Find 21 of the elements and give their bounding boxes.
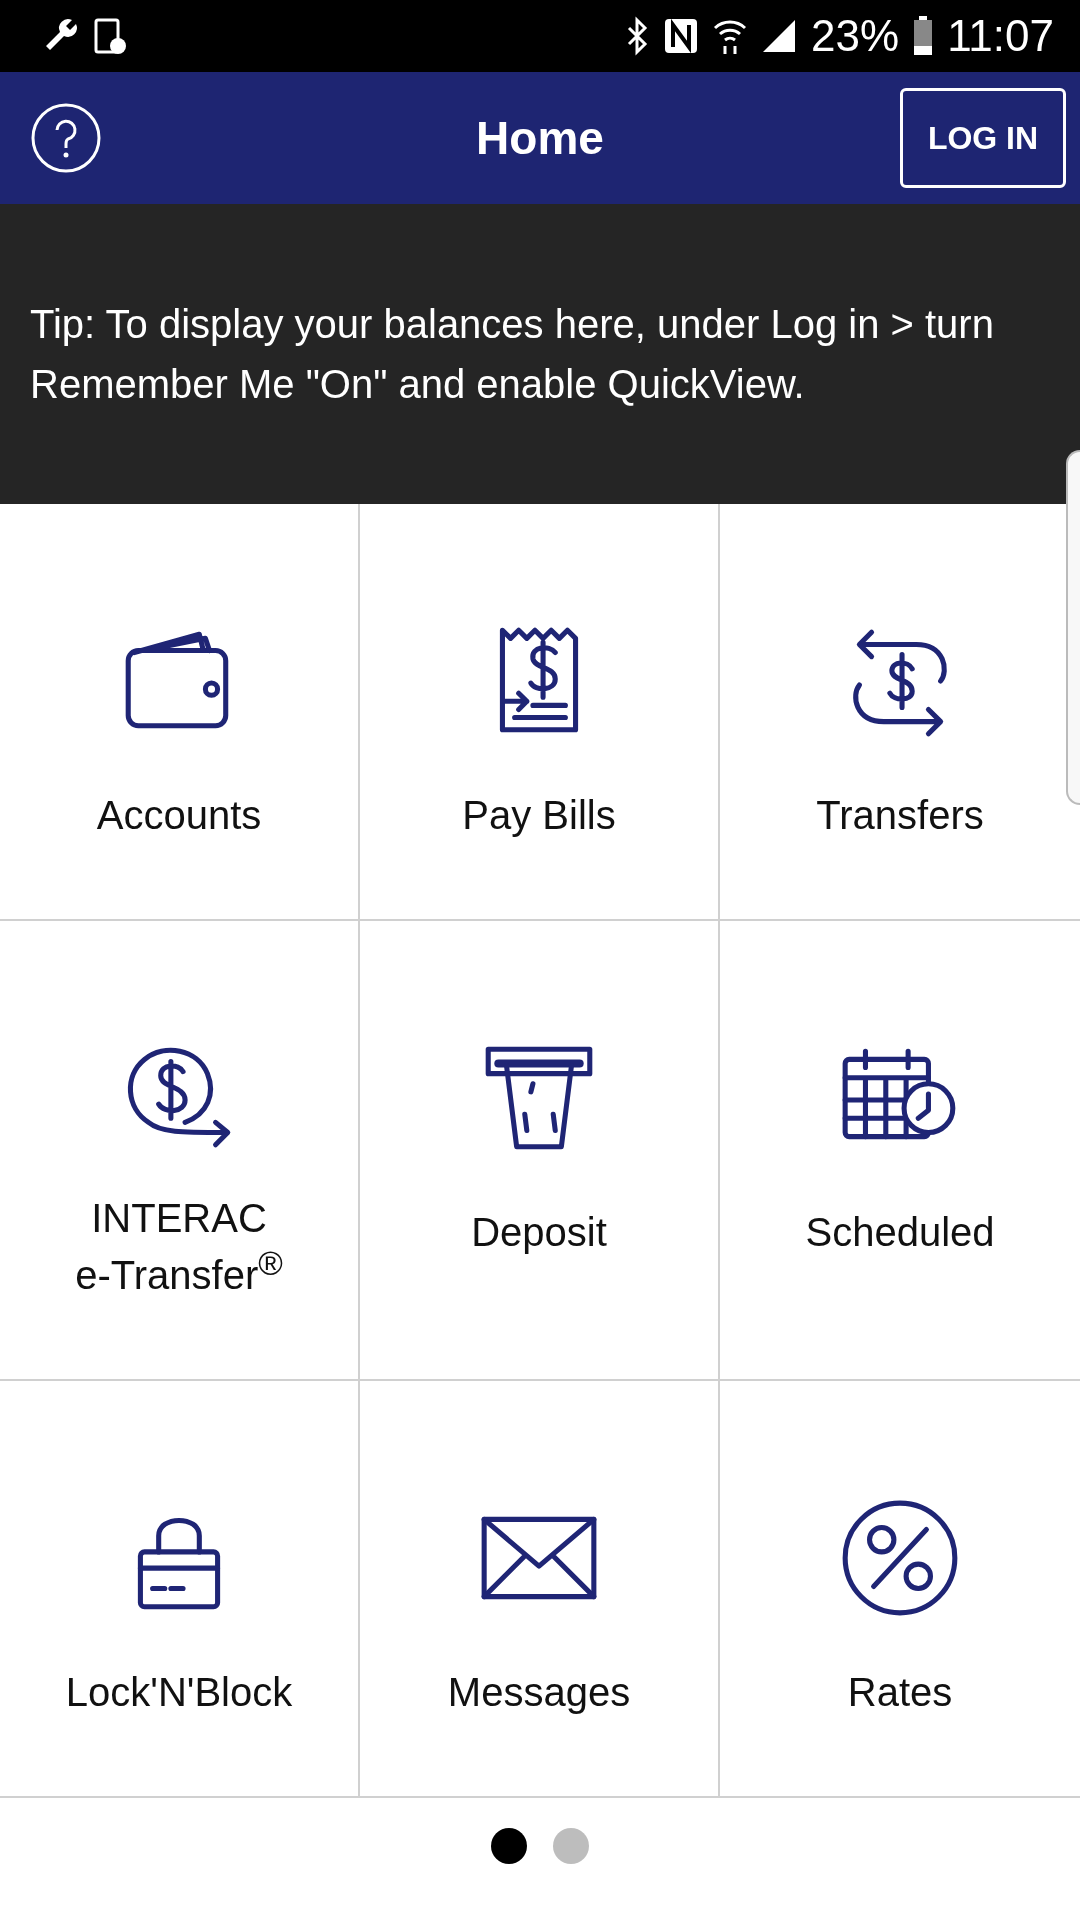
page-dot[interactable] (553, 1828, 589, 1864)
tip-text: Tip: To display your balances here, under Log in > turn Remember Me "On" and enable QuickView. (30, 301, 995, 408)
menu-tile[interactable]: Accounts (0, 504, 360, 921)
signal-icon (761, 18, 798, 54)
help-icon[interactable] (30, 102, 102, 174)
menu-tile[interactable]: Pay Bills (360, 504, 720, 921)
menu-tile[interactable]: Rates (720, 1381, 1080, 1798)
battery-percent: 23% (811, 11, 900, 61)
page-dot[interactable] (491, 1828, 527, 1864)
menu-tile[interactable]: Lock'N'Block (0, 1381, 360, 1798)
menu-tile[interactable]: Messages (360, 1381, 720, 1798)
nfc-icon (663, 17, 700, 55)
screen-timer-icon (94, 16, 128, 56)
clock: 11:07 (947, 11, 1054, 61)
bluetooth-icon (625, 16, 650, 56)
menu-tile[interactable]: Deposit (360, 920, 720, 1382)
page-title: Home (476, 111, 604, 165)
login-button[interactable]: LOG IN (900, 88, 1066, 188)
battery-icon (913, 16, 934, 56)
menu-tile[interactable]: Scheduled (720, 920, 1080, 1382)
menu-tile[interactable]: INTERAC e-Transfer$^{®}$ (0, 920, 360, 1382)
